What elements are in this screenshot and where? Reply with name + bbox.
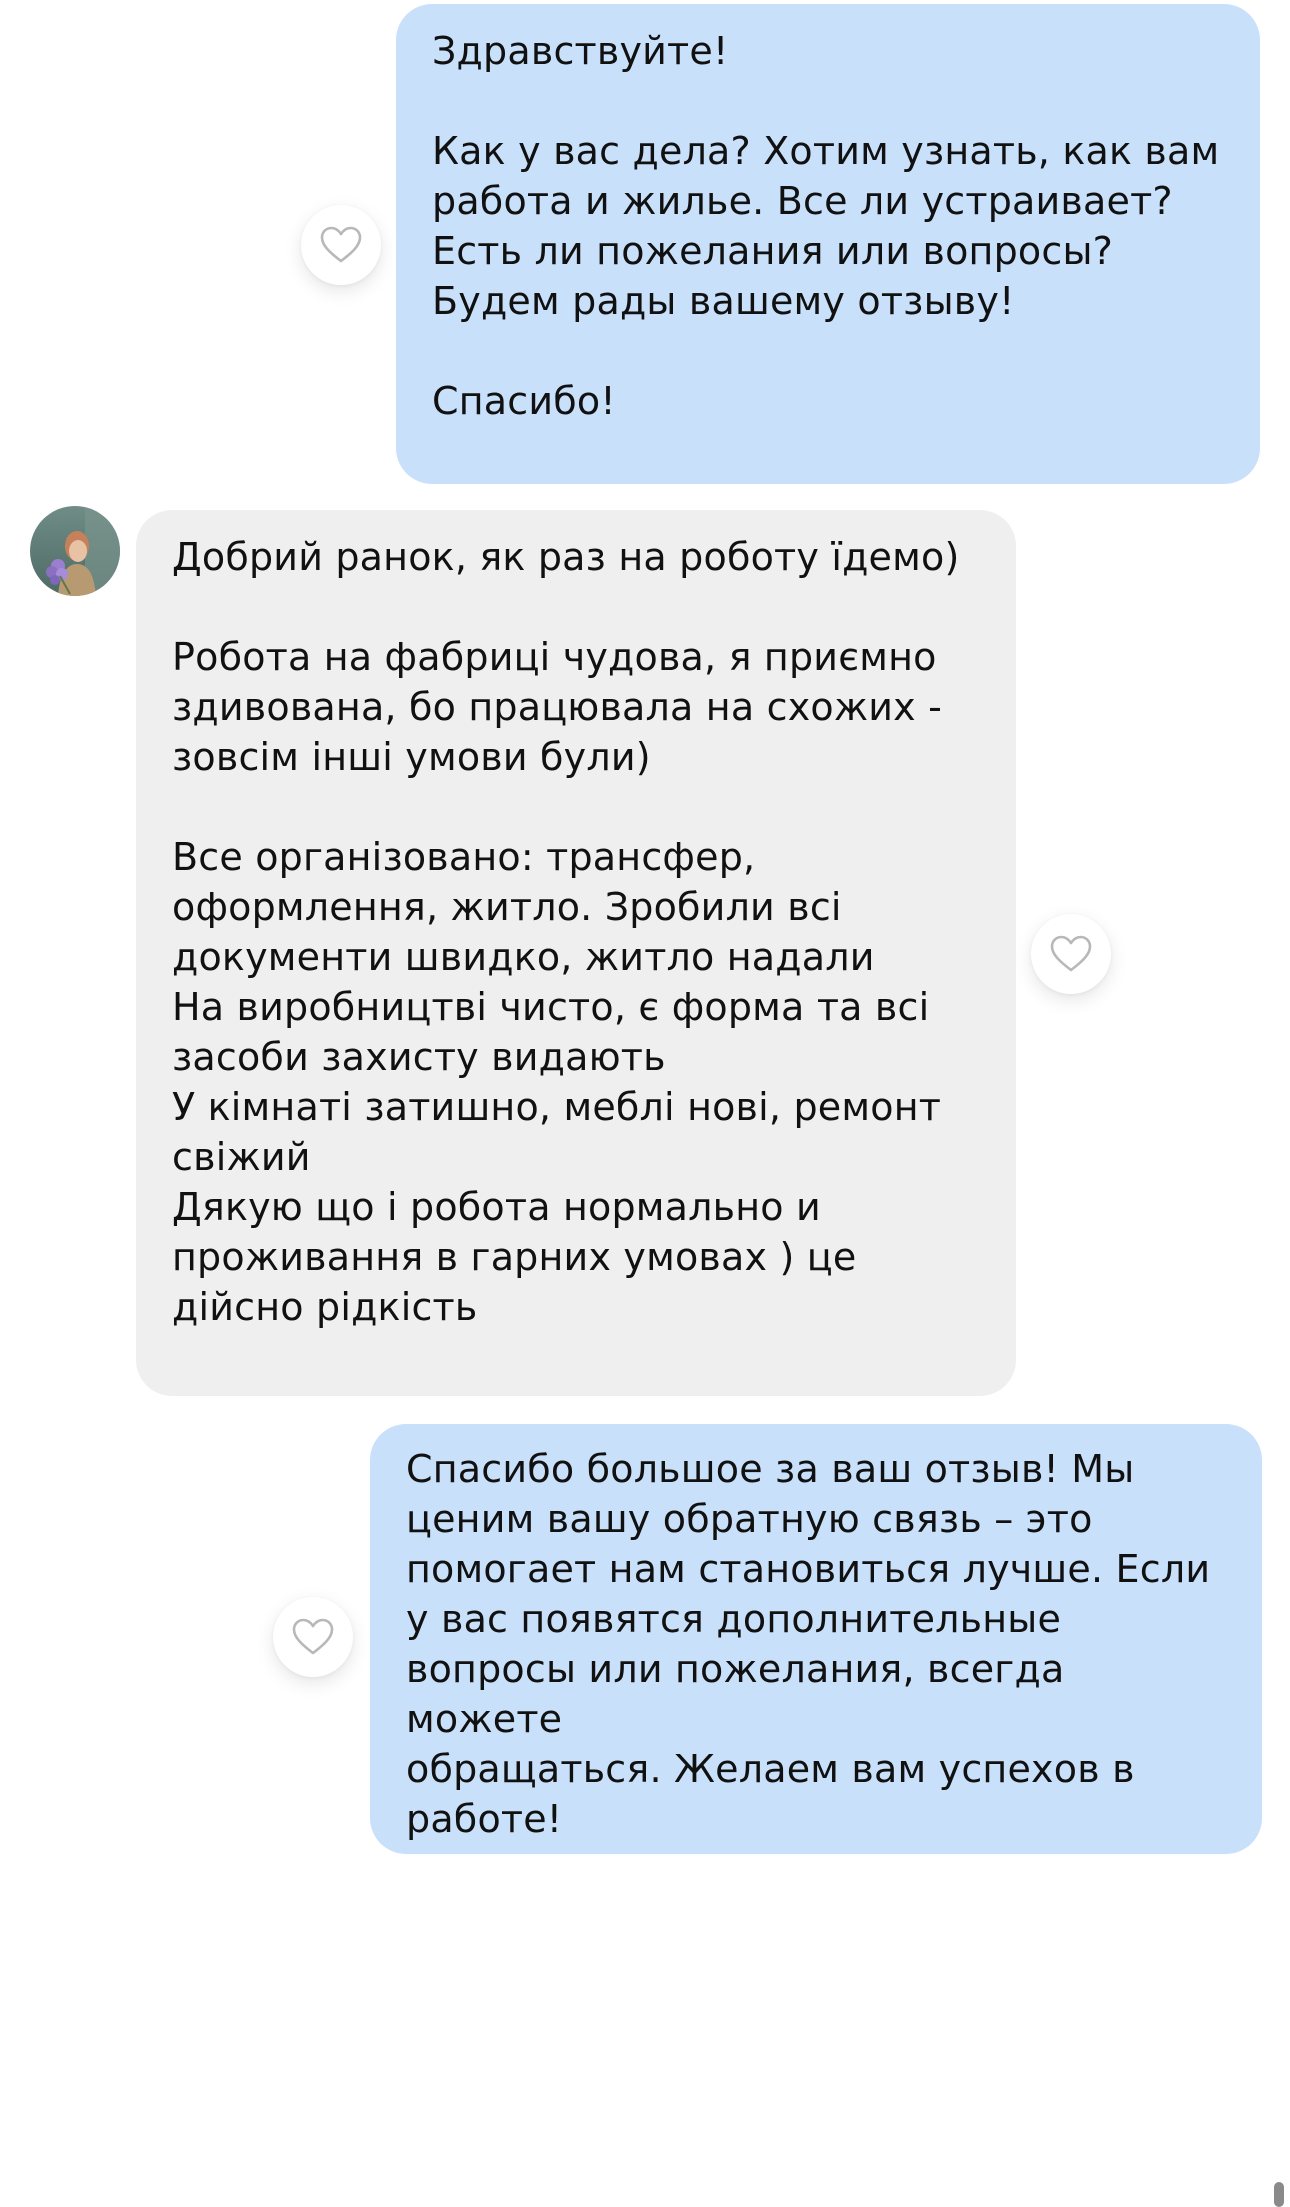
incoming-message-bubble[interactable]: Добрий ранок, як раз на роботу їдемо) Ро…: [136, 510, 1016, 1396]
heart-outline-icon: [320, 226, 362, 263]
like-reaction-button[interactable]: [1031, 914, 1111, 994]
scrollbar[interactable]: [1274, 2182, 1284, 2207]
outgoing-message-bubble[interactable]: Здравствуйте! Как у вас дела? Хотим узна…: [396, 4, 1260, 484]
like-reaction-button[interactable]: [301, 205, 381, 285]
message-text: Спасибо большое за ваш отзыв! Мы ценим в…: [406, 1447, 1211, 1841]
message-text: Добрий ранок, як раз на роботу їдемо): [172, 535, 960, 579]
message-text: Все організовано: трансфер, оформлення, …: [172, 835, 942, 1329]
message-text: Спасибо!: [432, 379, 616, 423]
heart-outline-icon: [292, 1618, 334, 1655]
heart-outline-icon: [1050, 935, 1092, 972]
like-reaction-button[interactable]: [273, 1597, 353, 1677]
contact-avatar[interactable]: [30, 506, 120, 596]
outgoing-message-bubble[interactable]: Спасибо большое за ваш отзыв! Мы ценим в…: [370, 1424, 1262, 1854]
message-text: Здравствуйте!: [432, 29, 729, 73]
message-text: Робота на фабриці чудова, я приємно здив…: [172, 635, 943, 779]
avatar-photo: [30, 506, 120, 596]
message-text: Как у вас дела? Хотим узнать, как вам ра…: [432, 129, 1220, 323]
